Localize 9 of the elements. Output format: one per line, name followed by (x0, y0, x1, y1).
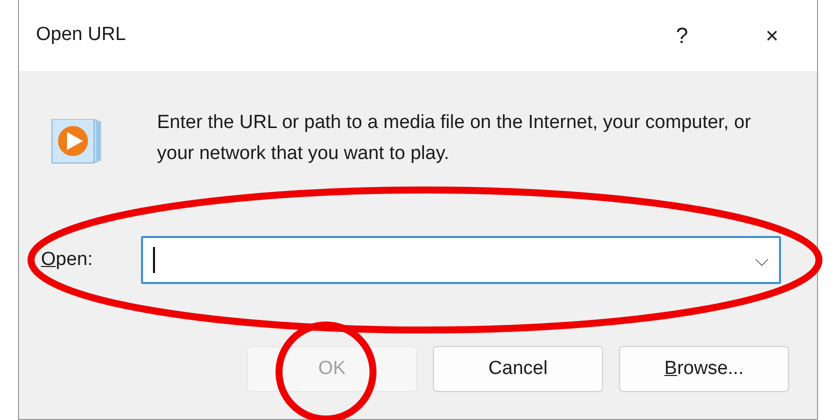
close-button[interactable]: × (727, 18, 817, 52)
instruction-text: Enter the URL or path to a media file on the Internet, your computer, or your network that you want to play. (157, 111, 752, 166)
dialog-button[interactable]: Cancel (433, 346, 603, 392)
url-combo-box[interactable]: ⌵ (141, 236, 781, 284)
window-title: Open URL (36, 22, 127, 47)
dropdown-icon[interactable]: ⌵ (755, 246, 769, 274)
help-button[interactable]: ? (637, 18, 727, 52)
dialog-button[interactable]: Browse... (619, 346, 789, 392)
open-label: Open: (41, 248, 94, 272)
